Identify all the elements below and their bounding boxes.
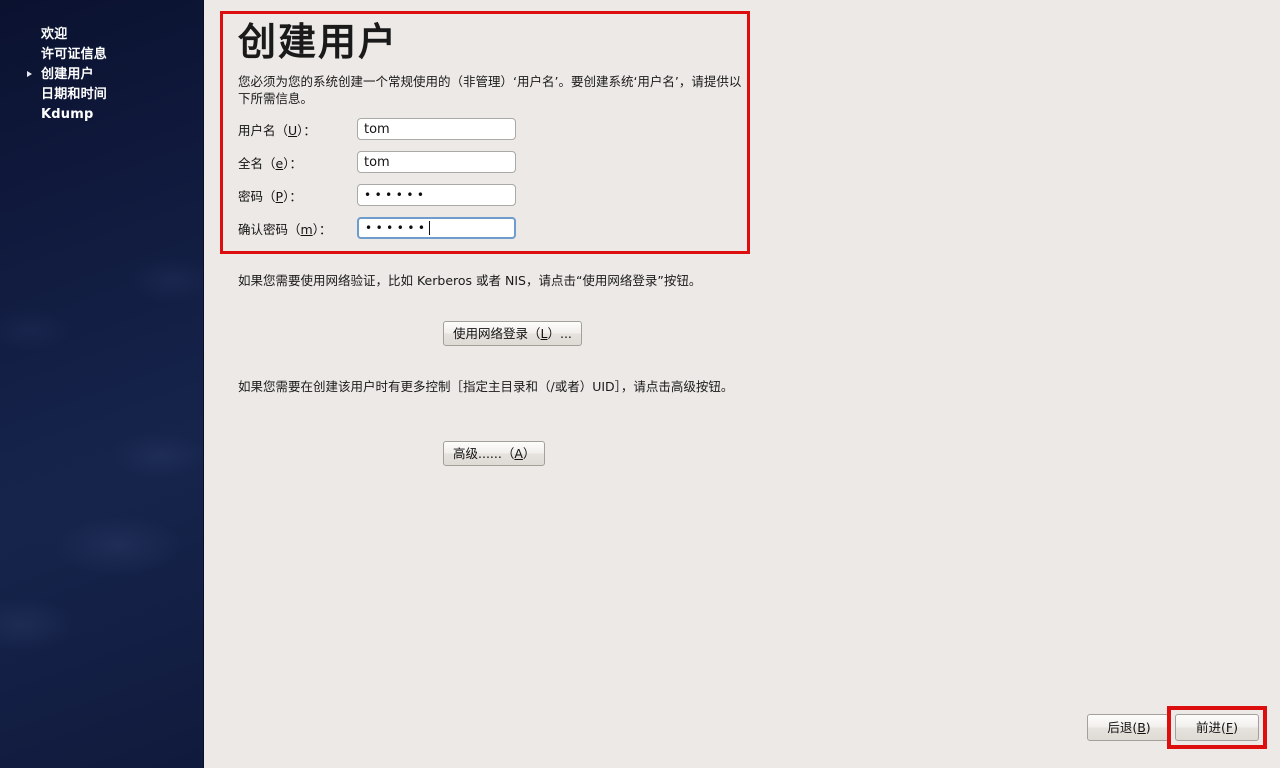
- sidebar: 欢迎许可证信息创建用户日期和时间 Kdump: [0, 0, 204, 768]
- advanced-help-text: 如果您需要在创建该用户时有更多控制［指定主目录和（/或者）UID］，请点击高级按…: [238, 379, 734, 394]
- main-content: 创建用户 您必须为您的系统创建一个常规使用的（非管理）‘用户名’。要创建系统‘用…: [204, 0, 1280, 768]
- sidebar-item-1[interactable]: 许可证信息: [0, 45, 203, 65]
- password-dots: ••••••: [364, 188, 428, 202]
- sidebar-item-label: 创建用户: [41, 67, 94, 82]
- password-dots: ••••••: [365, 221, 429, 235]
- sidebar-item-label: 欢迎: [41, 27, 68, 42]
- back-button[interactable]: 后退(B): [1087, 714, 1171, 741]
- password-input-3[interactable]: ••••••: [357, 217, 516, 239]
- sidebar-item-0[interactable]: 欢迎: [0, 25, 203, 45]
- sidebar-item-label: Kdump: [41, 107, 94, 122]
- network-auth-text: 如果您需要使用网络验证，比如 Kerberos 或者 NIS，请点击“使用网络登…: [238, 273, 702, 288]
- password-input-2[interactable]: ••••••: [357, 184, 516, 206]
- field-label-0: 用户名（U）：: [238, 123, 316, 138]
- sidebar-item-2[interactable]: 创建用户: [0, 65, 203, 85]
- sidebar-item-4[interactable]: Kdump: [0, 105, 203, 125]
- intro-text: 您必须为您的系统创建一个常规使用的（非管理）‘用户名’。要创建系统‘用户名’，请…: [238, 74, 742, 106]
- advanced-button[interactable]: 高级......（A）: [443, 441, 546, 466]
- sidebar-item-label: 许可证信息: [41, 47, 108, 62]
- sidebar-item-label: 日期和时间: [41, 87, 108, 102]
- field-label-1: 全名（e）：: [238, 156, 302, 171]
- sidebar-item-3[interactable]: 日期和时间: [0, 85, 203, 105]
- current-step-arrow-icon: [27, 71, 32, 77]
- text-caret: [429, 221, 431, 235]
- field-label-3: 确认密码（m）：: [238, 222, 332, 237]
- text-input-0[interactable]: [357, 118, 516, 140]
- field-label-2: 密码（P）：: [238, 189, 302, 204]
- sidebar-nav-list: 欢迎许可证信息创建用户日期和时间 Kdump: [0, 25, 203, 125]
- footer-navigation: 后退(B) 前进(F): [204, 688, 1280, 768]
- page-title: 创建用户: [238, 20, 399, 64]
- use-network-login-button[interactable]: 使用网络登录（L）...: [443, 321, 582, 346]
- forward-button[interactable]: 前进(F): [1175, 714, 1259, 741]
- text-input-1[interactable]: [357, 151, 516, 173]
- installer-window: 欢迎 许可证信息 创建用户 日期和时间 Kdump 创建用户 您必须为您的系统创建一个常…: [0, 0, 1280, 768]
